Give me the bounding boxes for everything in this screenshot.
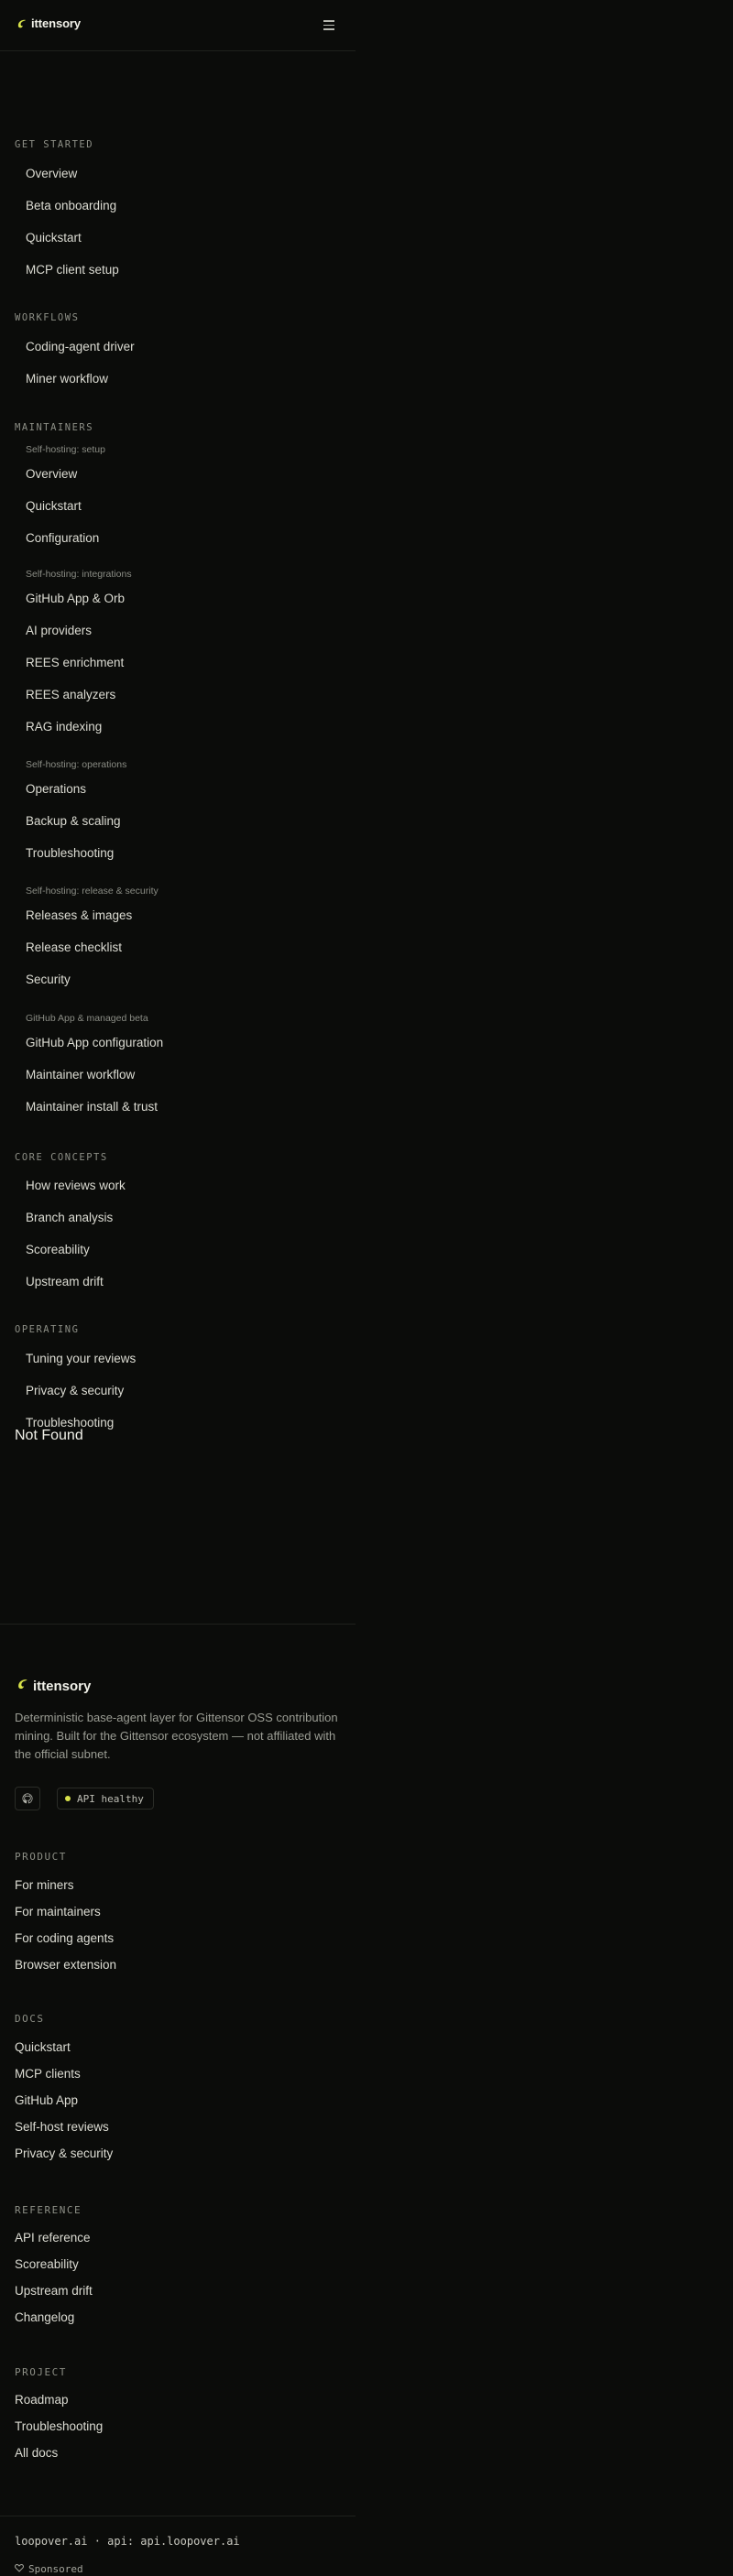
nav-subgroup-integrations: Self-hosting: integrations [26,569,132,580]
nav-item-beta-onboarding[interactable]: Beta onboarding [26,199,116,212]
nav-item-miner-workflow[interactable]: Miner workflow [26,372,108,386]
nav-item-maintainer-install-trust[interactable]: Maintainer install & trust [26,1100,158,1114]
nav-item-releases-images[interactable]: Releases & images [26,908,132,922]
footer-domain-line[interactable]: loopover.ai · api: api.loopover.ai [15,2535,240,2548]
footer-link-quickstart[interactable]: Quickstart [15,2040,71,2054]
nav-section-workflows: WORKFLOWS [15,312,80,323]
nav-item-rees-analyzers[interactable]: REES analyzers [26,688,115,701]
nav-subgroup-release-security: Self-hosting: release & security [26,886,159,897]
footer-link-for-maintainers[interactable]: For maintainers [15,1905,101,1918]
sponsor-label: Sponsored [28,2563,83,2575]
nav-section-operating: OPERATING [15,1324,80,1335]
brand-name: ittensory [31,16,82,30]
footer-brand[interactable]: ittensory [16,1678,91,1695]
github-icon[interactable] [15,1787,40,1810]
page-title: Not Found [15,1428,83,1443]
nav-item-rees-enrichment[interactable]: REES enrichment [26,656,124,669]
api-status-badge: API healthy [57,1788,154,1810]
footer-link-for-miners[interactable]: For miners [15,1878,74,1892]
nav-item-rag-indexing[interactable]: RAG indexing [26,720,102,734]
footer-link-mcp-clients[interactable]: MCP clients [15,2067,81,2081]
status-text: API healthy [77,1792,144,1805]
sponsor-heart-icon [15,2563,24,2575]
nav-item-selfhost-overview[interactable]: Overview [26,467,77,481]
hamburger-menu-icon[interactable] [321,16,337,33]
nav-item-tuning-reviews[interactable]: Tuning your reviews [26,1352,136,1365]
nav-item-scoreability[interactable]: Scoreability [26,1243,90,1256]
nav-item-branch-analysis[interactable]: Branch analysis [26,1211,113,1224]
footer-section-product: PRODUCT [15,1851,67,1863]
nav-item-github-app-orb[interactable]: GitHub App & Orb [26,592,125,605]
nav-subgroup-github-app: GitHub App & managed beta [26,1013,148,1024]
nav-subgroup-operations: Self-hosting: operations [26,759,127,770]
footer-brand-name: ittensory [33,1679,92,1694]
nav-section-core-concepts: CORE CONCEPTS [15,1152,108,1163]
nav-item-privacy-security[interactable]: Privacy & security [26,1384,124,1397]
nav-item-coding-agent-driver[interactable]: Coding-agent driver [26,340,135,353]
nav-item-backup-scaling[interactable]: Backup & scaling [26,814,121,828]
footer-link-for-coding-agents[interactable]: For coding agents [15,1931,114,1945]
footer-link-self-host-reviews[interactable]: Self-host reviews [15,2120,109,2134]
footer-link-troubleshooting[interactable]: Troubleshooting [15,2419,103,2433]
nav-item-upstream-drift[interactable]: Upstream drift [26,1275,104,1288]
footer-link-upstream-drift[interactable]: Upstream drift [15,2284,93,2298]
footer-divider [0,1624,356,1625]
footer-link-scoreability[interactable]: Scoreability [15,2257,79,2271]
nav-item-security[interactable]: Security [26,973,71,986]
footer-tagline: Deterministic base-agent layer for Gitte… [15,1711,338,1761]
footer-link-browser-extension[interactable]: Browser extension [15,1958,116,1972]
nav-item-mcp-client-setup[interactable]: MCP client setup [26,263,119,277]
nav-item-maintainer-workflow[interactable]: Maintainer workflow [26,1068,135,1081]
top-header: ittensory [0,0,356,51]
nav-item-configuration[interactable]: Configuration [26,531,99,545]
brand-logo-icon [16,18,27,29]
footer-section-reference: REFERENCE [15,2204,82,2216]
nav-section-get-started: GET STARTED [15,139,94,150]
footer-link-privacy-security[interactable]: Privacy & security [15,2147,113,2160]
nav-item-overview[interactable]: Overview [26,167,77,180]
nav-item-quickstart[interactable]: Quickstart [26,231,82,245]
footer-link-roadmap[interactable]: Roadmap [15,2393,69,2407]
footer-link-api-reference[interactable]: API reference [15,2231,91,2244]
nav-item-release-checklist[interactable]: Release checklist [26,940,122,954]
nav-subgroup-setup: Self-hosting: setup [26,444,105,455]
footer-link-github-app[interactable]: GitHub App [15,2093,78,2107]
footer-link-all-docs[interactable]: All docs [15,2446,58,2460]
footer-section-docs: DOCS [15,2013,45,2025]
nav-item-how-reviews-work[interactable]: How reviews work [26,1179,126,1192]
nav-item-github-app-configuration[interactable]: GitHub App configuration [26,1036,163,1049]
footer-section-project: PROJECT [15,2366,67,2378]
nav-section-maintainers: MAINTAINERS [15,422,94,433]
footer-link-changelog[interactable]: Changelog [15,2310,74,2324]
nav-item-selfhost-quickstart[interactable]: Quickstart [26,499,82,513]
footer-sponsor[interactable]: Sponsored [15,2563,83,2575]
nav-item-selfhost-troubleshooting[interactable]: Troubleshooting [26,846,114,860]
nav-item-operations[interactable]: Operations [26,782,86,796]
brand-logo-icon [16,1678,29,1695]
status-dot-icon [65,1796,71,1801]
nav-item-ai-providers[interactable]: AI providers [26,624,92,637]
brand[interactable]: ittensory [16,16,81,30]
